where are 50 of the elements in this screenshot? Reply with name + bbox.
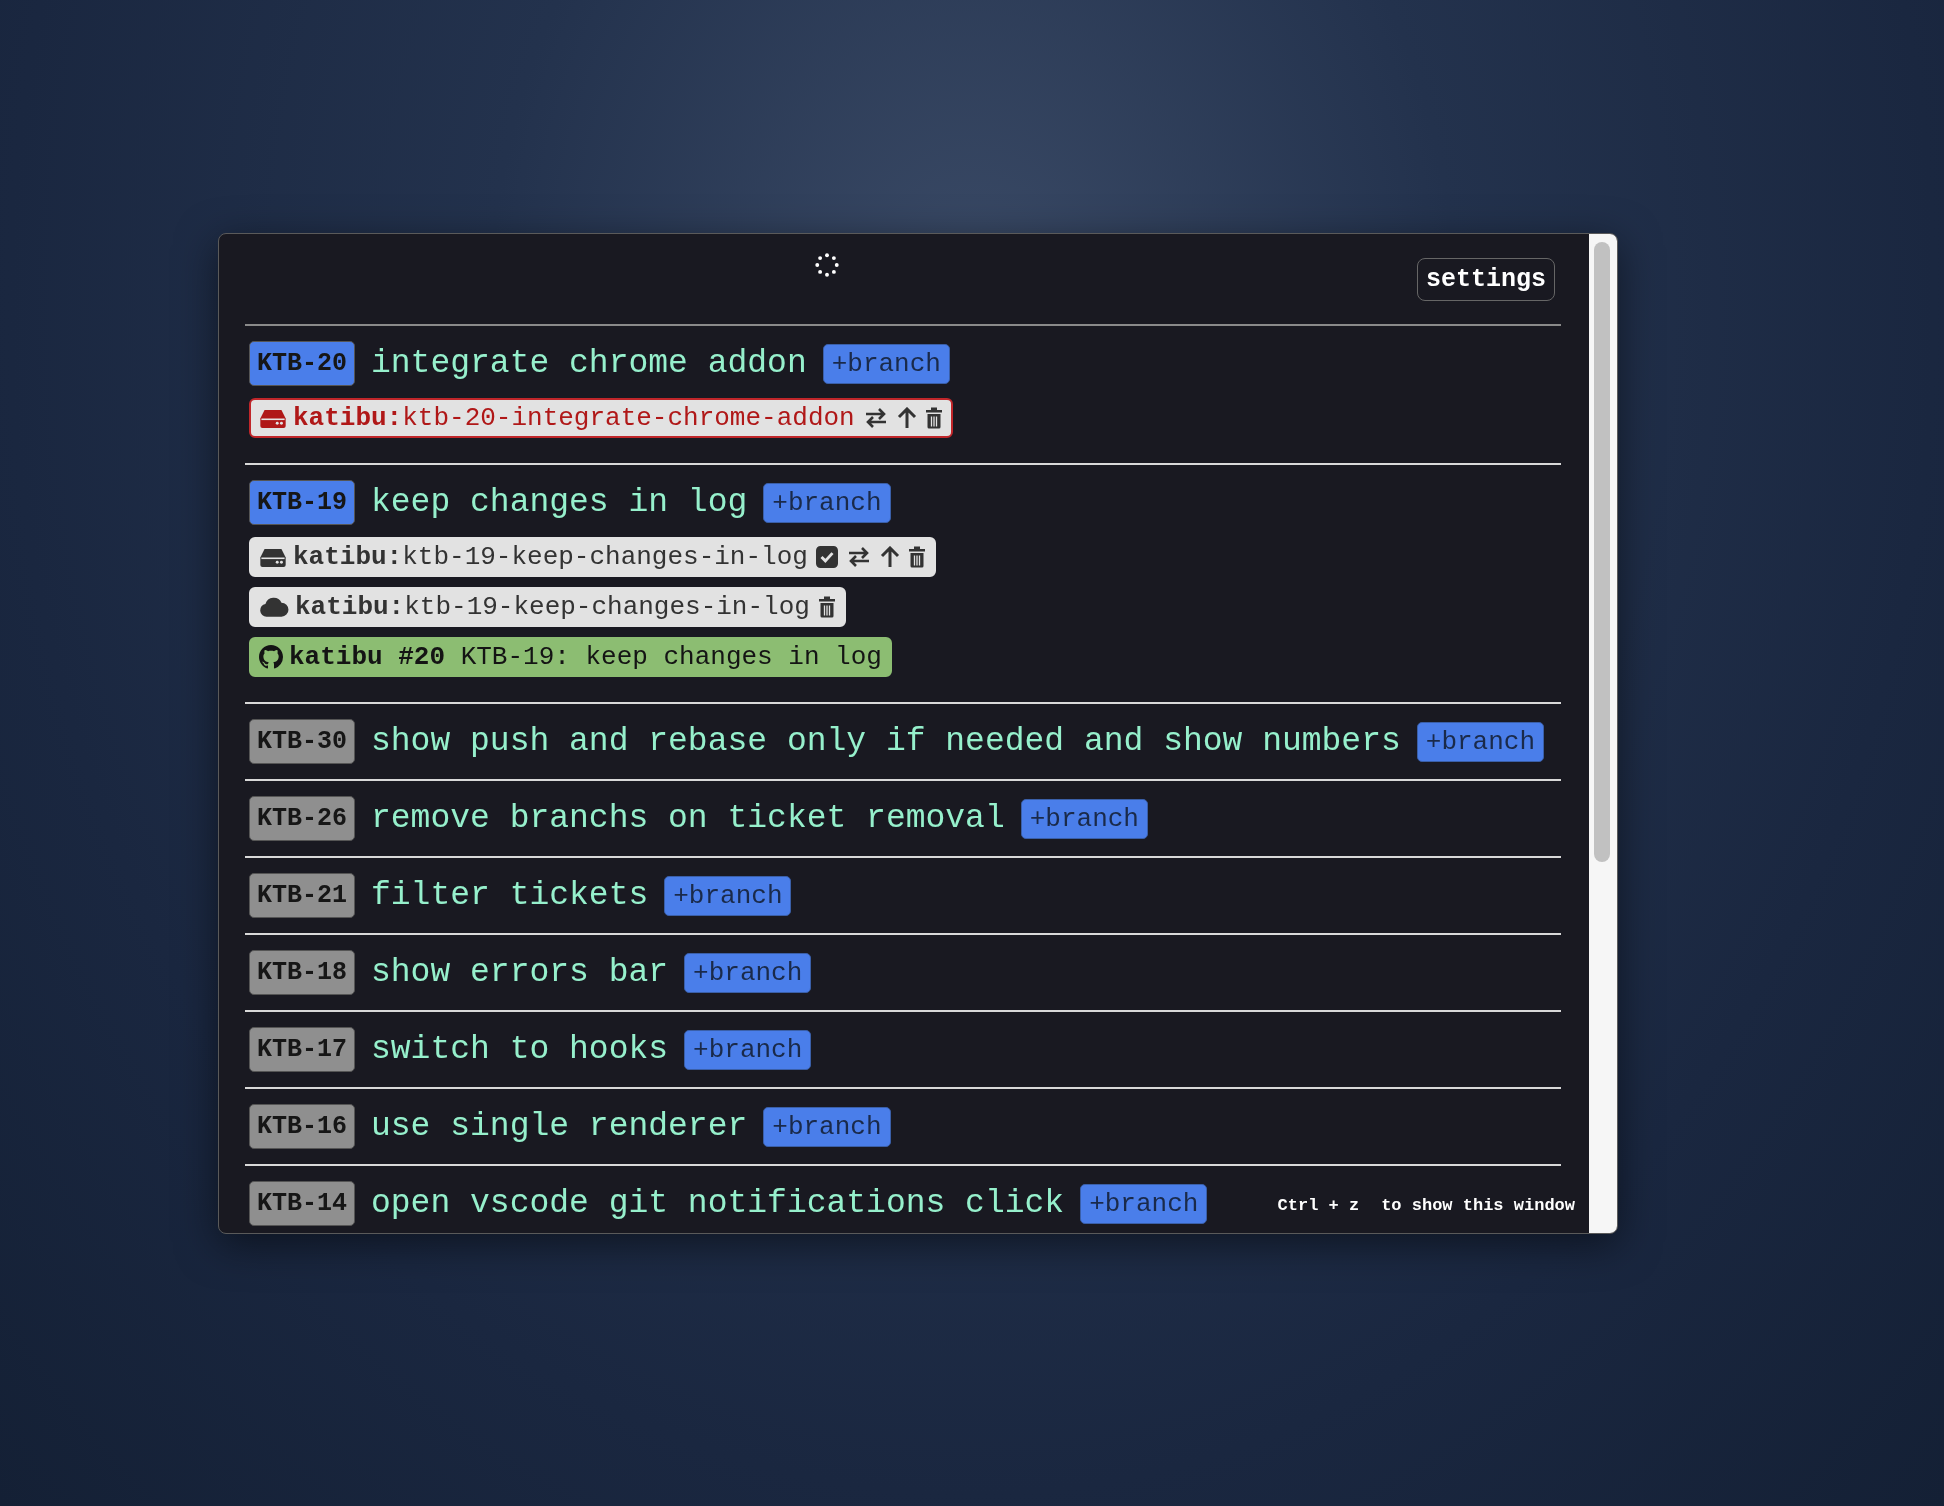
branch-name: katibu:ktb-19-keep-changes-in-log bbox=[293, 542, 808, 572]
branch-name: katibu:ktb-19-keep-changes-in-log bbox=[295, 592, 810, 622]
scrollbar-thumb[interactable] bbox=[1594, 242, 1610, 862]
keyboard-shortcut: Ctrl + z bbox=[1277, 1196, 1360, 1215]
ticket-key-badge[interactable]: KTB-19 bbox=[249, 480, 355, 525]
ticket-title: show push and rebase only if needed and show numbers bbox=[371, 723, 1401, 760]
ticket-title: open vscode git notifications click bbox=[371, 1185, 1065, 1222]
ticket-title: integrate chrome addon bbox=[371, 345, 807, 382]
add-branch-button[interactable]: +branch bbox=[1020, 798, 1148, 839]
trash-icon[interactable] bbox=[817, 596, 836, 618]
add-branch-button[interactable]: +branch bbox=[1080, 1183, 1208, 1224]
pull-request-chip[interactable]: katibu #20 KTB-19: keep changes in log bbox=[249, 637, 892, 677]
local-branch-chip[interactable]: katibu:ktb-19-keep-changes-in-log bbox=[249, 537, 936, 577]
ticket-title: keep changes in log bbox=[371, 484, 748, 521]
up-arrow-icon[interactable] bbox=[896, 407, 917, 429]
ticket-title: remove branchs on ticket removal bbox=[371, 800, 1005, 837]
remote-branch-chip[interactable]: katibu:ktb-19-keep-changes-in-log bbox=[249, 587, 846, 627]
ticket-title: filter tickets bbox=[371, 877, 649, 914]
add-branch-button[interactable]: +branch bbox=[763, 1106, 891, 1147]
ticket-title: show errors bar bbox=[371, 954, 669, 991]
branch-name: katibu #20 KTB-19: keep changes in log bbox=[289, 642, 882, 672]
checkbox-icon[interactable] bbox=[815, 546, 838, 568]
hard-drive-icon bbox=[259, 547, 287, 567]
loading-spinner-icon bbox=[814, 252, 840, 278]
ticket-title: switch to hooks bbox=[371, 1031, 669, 1068]
cloud-icon bbox=[259, 597, 289, 617]
add-branch-button[interactable]: +branch bbox=[763, 482, 891, 523]
add-branch-button[interactable]: +branch bbox=[684, 1029, 812, 1070]
trash-icon[interactable] bbox=[907, 546, 926, 568]
add-branch-button[interactable]: +branch bbox=[664, 875, 792, 916]
ticket-key-badge[interactable]: KTB-26 bbox=[249, 796, 355, 841]
add-branch-button[interactable]: +branch bbox=[822, 343, 950, 384]
ticket-key-badge[interactable]: KTB-16 bbox=[249, 1104, 355, 1149]
hint-text: to show this window bbox=[1381, 1196, 1575, 1215]
ticket-key-badge[interactable]: KTB-30 bbox=[249, 719, 355, 764]
add-branch-button[interactable]: +branch bbox=[684, 952, 812, 993]
ticket-key-badge[interactable]: KTB-20 bbox=[249, 341, 355, 386]
trash-icon[interactable] bbox=[924, 407, 943, 429]
branch-name: katibu:ktb-20-integrate-chrome-addon bbox=[293, 403, 855, 433]
github-icon bbox=[259, 645, 283, 669]
ticket-key-badge[interactable]: KTB-14 bbox=[249, 1181, 355, 1226]
ticket-key-badge[interactable]: KTB-18 bbox=[249, 950, 355, 995]
add-branch-button[interactable]: +branch bbox=[1416, 721, 1544, 762]
hard-drive-icon bbox=[259, 408, 287, 428]
up-arrow-icon[interactable] bbox=[879, 546, 900, 568]
ticket-title: use single renderer bbox=[371, 1108, 748, 1145]
settings-button[interactable]: settings bbox=[1416, 257, 1555, 301]
ticket-key-badge[interactable]: KTB-17 bbox=[249, 1027, 355, 1072]
ticket-key-badge[interactable]: KTB-21 bbox=[249, 873, 355, 918]
local-branch-chip[interactable]: katibu:ktb-20-integrate-chrome-addon bbox=[249, 398, 953, 438]
